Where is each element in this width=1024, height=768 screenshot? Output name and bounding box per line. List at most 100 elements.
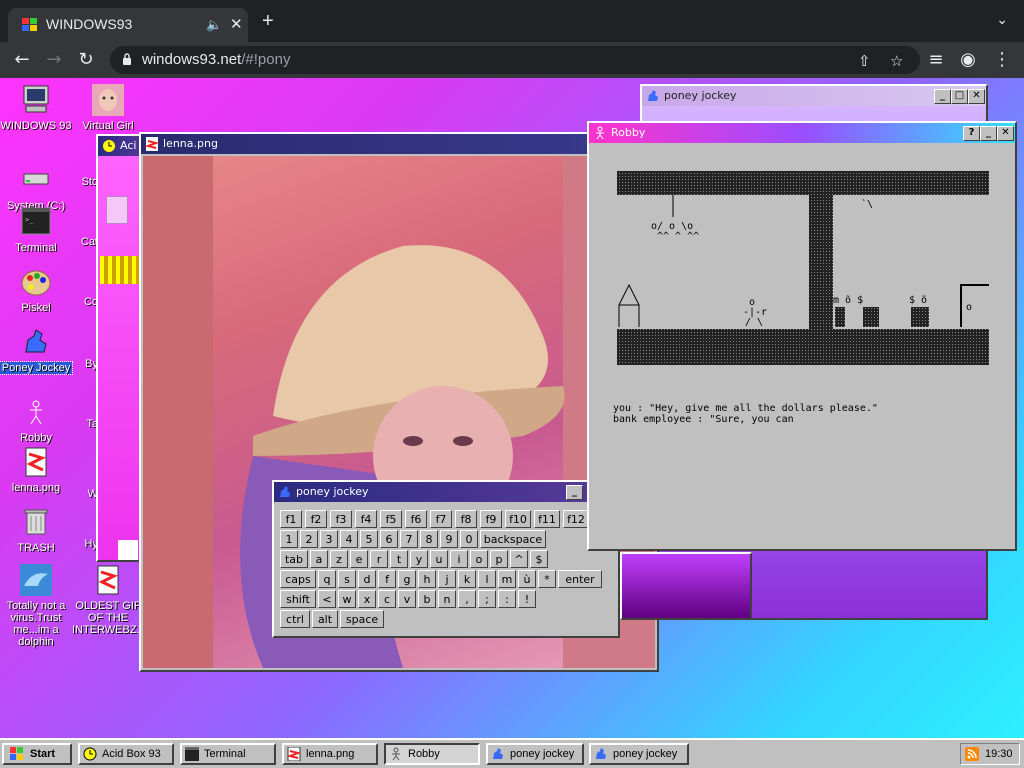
key[interactable]: $ (530, 550, 548, 568)
minimize-button[interactable]: _ (934, 89, 951, 104)
key[interactable]: i (450, 550, 468, 568)
key[interactable]: a (310, 550, 328, 568)
key[interactable]: : (498, 590, 516, 608)
share-icon[interactable]: ⇧ (858, 52, 871, 70)
poney-jockey-window[interactable]: poney jockey _ f 1 f2 f3 f4 f5 f6 f7 f8 f… (272, 480, 620, 638)
close-button[interactable]: ✕ (968, 89, 985, 104)
key[interactable]: e (350, 550, 368, 568)
desktop-icon-terminal[interactable]: >_ Terminal (0, 206, 72, 254)
key[interactable]: o (470, 550, 488, 568)
window-titlebar[interactable]: lenna.png (141, 134, 657, 154)
key[interactable]: f12 (563, 510, 589, 528)
browser-menu-icon[interactable]: ⋮ (990, 48, 1014, 72)
back-arrow-icon[interactable]: ← (10, 48, 34, 72)
key[interactable]: 5 (360, 530, 378, 548)
key[interactable]: b (418, 590, 436, 608)
minimize-button[interactable]: _ (980, 126, 997, 141)
key[interactable]: f (378, 570, 396, 588)
key[interactable]: 7 (400, 530, 418, 548)
key[interactable]: z (330, 550, 348, 568)
key[interactable]: d (358, 570, 376, 588)
taskbar-item-poney-jockey[interactable]: poney jockey (589, 743, 689, 765)
key[interactable]: g (398, 570, 416, 588)
key[interactable]: 1 (280, 530, 298, 548)
key[interactable]: ! (518, 590, 536, 608)
taskbar-item-robby[interactable]: Robby (384, 743, 480, 765)
key[interactable]: < (318, 590, 336, 608)
key[interactable]: s (338, 570, 356, 588)
key[interactable]: 0 (460, 530, 478, 548)
key[interactable]: ù (518, 570, 536, 588)
desktop-icon-windows93[interactable]: WINDOWS 93 (0, 84, 72, 132)
window-titlebar[interactable]: poney jockey _ (274, 482, 618, 502)
tab-search-chevron-icon[interactable]: ⌄ (996, 12, 1008, 28)
key[interactable]: w (338, 590, 356, 608)
key[interactable]: q (318, 570, 336, 588)
key[interactable]: r (370, 550, 388, 568)
desktop-icon-oldest-gif[interactable]: OLDEST GIF OF THE INTERWEBZ.gif (72, 564, 151, 636)
key[interactable]: f7 (430, 510, 452, 528)
key[interactable]: p (490, 550, 508, 568)
key[interactable]: u (430, 550, 448, 568)
key-enter[interactable]: enter (558, 570, 602, 588)
key[interactable]: f5 (380, 510, 402, 528)
taskbar-item-poney-jockey[interactable]: poney jockey (486, 743, 584, 765)
key[interactable]: f11 (534, 510, 560, 528)
key[interactable]: x (358, 590, 376, 608)
desktop-icon-poney-jockey[interactable]: Poney Jockey (0, 326, 73, 375)
key[interactable]: * (538, 570, 556, 588)
key[interactable]: 2 (300, 530, 318, 548)
key-caps[interactable]: caps (280, 570, 316, 588)
key[interactable]: , (458, 590, 476, 608)
desktop-icon-virtual-girl[interactable]: Virtual Girl (72, 84, 144, 132)
key[interactable]: f4 (355, 510, 377, 528)
key[interactable]: 8 (420, 530, 438, 548)
start-button[interactable]: Start (2, 743, 72, 765)
key[interactable]: f3 (330, 510, 352, 528)
desktop-icon-trash[interactable]: TRASH (0, 506, 72, 554)
reading-list-icon[interactable]: ≡ (924, 48, 948, 72)
profile-avatar-icon[interactable]: ◉ (956, 48, 980, 72)
browser-tab[interactable]: WINDOWS93 🔈 ✕ (8, 8, 248, 42)
key[interactable]: j (438, 570, 456, 588)
tab-close-icon[interactable]: ✕ (230, 15, 243, 33)
key[interactable]: f8 (455, 510, 477, 528)
new-tab-button[interactable]: + (262, 10, 274, 33)
key[interactable]: 6 (380, 530, 398, 548)
key[interactable]: f2 (305, 510, 327, 528)
taskbar-item-lenna[interactable]: lenna.png (282, 743, 378, 765)
address-bar[interactable]: windows93.net/#!pony ⇧ ☆ (110, 46, 920, 74)
key[interactable]: c (378, 590, 396, 608)
taskbar-item-terminal[interactable]: Terminal (180, 743, 276, 765)
reload-icon[interactable]: ↻ (74, 48, 98, 72)
key[interactable]: h (418, 570, 436, 588)
key[interactable]: y (410, 550, 428, 568)
key[interactable]: 4 (340, 530, 358, 548)
desktop-icon-dolphin[interactable]: Totally not a virus.Trust me...im a dolp… (0, 564, 72, 648)
key[interactable]: f6 (405, 510, 427, 528)
key[interactable]: 9 (440, 530, 458, 548)
robby-window[interactable]: Robby ? _ ✕ o/ o \o ^^ ^ ^^ `\ o -|-r / … (587, 121, 1017, 551)
help-button[interactable]: ? (963, 126, 980, 141)
key[interactable]: v (398, 590, 416, 608)
key[interactable]: f10 (505, 510, 531, 528)
key[interactable]: t (390, 550, 408, 568)
rss-icon[interactable] (965, 747, 979, 761)
key[interactable]: ; (478, 590, 496, 608)
key[interactable]: 3 (320, 530, 338, 548)
taskbar-item-acid-box[interactable]: Acid Box 93 (78, 743, 174, 765)
key-tab[interactable]: tab (280, 550, 308, 568)
forward-arrow-icon[interactable]: → (42, 48, 66, 72)
maximize-button[interactable]: □ (951, 89, 968, 104)
window-titlebar[interactable]: Robby ? _ ✕ (589, 123, 1015, 143)
desktop-icon-system-c[interactable]: System (C:) (0, 164, 72, 212)
window-titlebar[interactable]: poney jockey _ □ ✕ (642, 86, 986, 106)
key-alt[interactable]: alt (312, 610, 338, 628)
key-shift[interactable]: shift (280, 590, 316, 608)
bookmark-star-icon[interactable]: ☆ (890, 52, 903, 70)
desktop-icon-piskel[interactable]: Piskel (0, 266, 72, 314)
key[interactable]: ^ (510, 550, 528, 568)
minimize-button[interactable]: _ (566, 485, 583, 500)
key[interactable]: k (458, 570, 476, 588)
key-ctrl[interactable]: ctrl (280, 610, 310, 628)
